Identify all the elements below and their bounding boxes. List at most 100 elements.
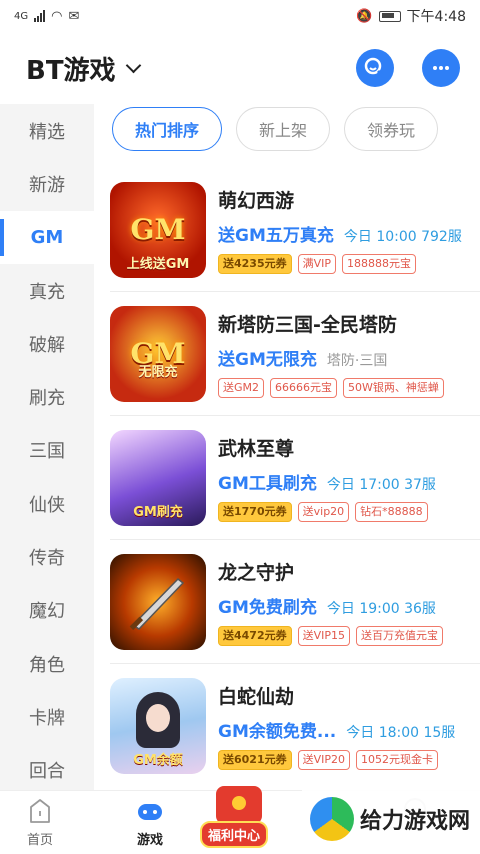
watermark-logo-icon [310, 797, 354, 841]
game-icon [110, 553, 206, 650]
category-switcher[interactable]: BT游戏 [26, 50, 141, 87]
coupon-badge: 送6021元券 [218, 750, 292, 770]
game-tagline: 送GM五万真充 [218, 225, 334, 246]
game-sub: GM免费刷充 今日 19:00 36服 [218, 593, 472, 618]
badges: 送4235元券 满VIP 188888元宝 [218, 253, 472, 274]
mail-icon: ✉ [68, 8, 80, 24]
sword-icon [129, 577, 185, 630]
game-info: 白蛇仙劫 GM余额免费... 今日 18:00 15服 送6021元券 送VIP… [218, 682, 480, 770]
sidebar-item-gm[interactable]: GM [0, 210, 94, 264]
nav-home[interactable]: 首页 [0, 791, 80, 854]
sidebar-item-xinyou[interactable]: 新游 [0, 157, 94, 210]
game-server-time: 今日 17:00 37服 [326, 476, 436, 493]
sidebar-item-shuachong[interactable]: 刷充 [0, 370, 94, 423]
perk-badge: 送VIP20 [297, 750, 351, 770]
nav-welfare[interactable]: 福利中心 [196, 786, 286, 850]
sidebar-item-jingxuan[interactable]: 精选 [0, 104, 94, 157]
perk-badge: 满VIP [297, 253, 337, 274]
game-icon-ribbon: GM刷充 [133, 504, 183, 520]
game-info: 新塔防三国-全民塔防 送GM无限充 塔防·三国 送GM2 66666元宝 50W… [218, 310, 480, 398]
battery-icon [378, 10, 401, 22]
game-icon: GM 上线送GM [110, 181, 206, 278]
tab-hot[interactable]: 热门排序 [112, 107, 223, 151]
sidebar-item-chuanqi[interactable]: 传奇 [0, 530, 94, 583]
category-sidebar: 精选 新游 GM 真充 破解 刷充 三国 仙侠 传奇 魔幻 角色 卡牌 回合 [0, 104, 94, 790]
perk-badge: 钻石*88888 [355, 501, 428, 522]
game-name: 萌幻西游 [218, 189, 295, 212]
sidebar-item-huihe[interactable]: 回合 [0, 744, 94, 790]
game-server-time: 今日 10:00 792服 [343, 228, 462, 245]
signal-icon [34, 10, 46, 22]
perk-badge: 50W银两、神惩蝉 [343, 377, 444, 398]
game-icon-ribbon: 无限充 [138, 364, 178, 380]
sidebar-item-xianxia[interactable]: 仙侠 [0, 477, 94, 530]
header-actions [356, 49, 460, 87]
network-label: 4G [14, 10, 29, 22]
game-tagline: GM余额免费... [218, 722, 337, 742]
game-icon-text: GM [130, 213, 186, 246]
badges: 送4472元券 送VIP15 送百万充值元宝 [218, 625, 472, 646]
list-item[interactable]: GM刷充 武林至尊 GM工具刷充 今日 17:00 37服 送1770元券 送v… [110, 416, 480, 540]
site-watermark: 给力游戏网 [302, 784, 480, 854]
chevron-down-icon [125, 57, 141, 73]
game-info: 萌幻西游 送GM五万真充 今日 10:00 792服 送4235元券 满VIP … [218, 186, 480, 274]
game-tagline: GM工具刷充 [218, 473, 317, 494]
game-genre: 塔防·三国 [326, 352, 388, 369]
chat-icon [433, 66, 449, 70]
game-icon-ribbon: GM余额 [133, 753, 183, 768]
game-sub: GM工具刷充 今日 17:00 37服 [218, 469, 472, 494]
status-right: 🔕 下午4:48 [356, 6, 466, 26]
game-name: 龙之守护 [218, 561, 295, 584]
tab-coupon[interactable]: 领券玩 [344, 107, 439, 151]
game-tagline: GM免费刷充 [218, 597, 317, 618]
perk-badge: 送百万充值元宝 [356, 625, 444, 646]
badges: 送6021元券 送VIP20 1052元现金卡 [218, 750, 472, 770]
game-name: 白蛇仙劫 [218, 686, 295, 708]
search-button[interactable] [356, 49, 394, 87]
game-server-time: 今日 18:00 15服 [346, 725, 456, 741]
badges: 送1770元券 送vip20 钻石*88888 [218, 501, 472, 522]
coupon-badge: 送4235元券 [218, 253, 292, 274]
badges: 送GM2 66666元宝 50W银两、神惩蝉 [218, 377, 472, 398]
gamepad-icon [138, 804, 162, 820]
tab-new[interactable]: 新上架 [236, 107, 331, 151]
perk-badge: 188888元宝 [342, 253, 417, 274]
character-face [146, 704, 170, 732]
mute-icon: 🔕 [356, 8, 373, 24]
perk-badge: 送VIP15 [297, 625, 351, 646]
status-bar: 4G ◠ ✉ 🔕 下午4:48 [0, 0, 480, 32]
sort-tabs: 热门排序 新上架 领券玩 [94, 104, 480, 154]
nav-welfare-label: 福利中心 [200, 821, 269, 848]
coupon-badge: 送1770元券 [218, 501, 292, 522]
sidebar-item-pojie[interactable]: 破解 [0, 317, 94, 370]
search-icon [364, 57, 386, 79]
sidebar-item-mohuan[interactable]: 魔幻 [0, 584, 94, 637]
perk-badge: 1052元现金卡 [356, 750, 439, 770]
nav-games[interactable]: 游戏 [110, 791, 190, 854]
sidebar-item-zhenchong[interactable]: 真充 [0, 264, 94, 317]
clock: 下午4:48 [406, 9, 466, 25]
nav-home-label: 首页 [26, 833, 53, 848]
list-item[interactable]: GM 上线送GM 萌幻西游 送GM五万真充 今日 10:00 792服 送423… [110, 168, 480, 292]
status-left: 4G ◠ ✉ [14, 9, 79, 24]
game-sub: GM余额免费... 今日 18:00 15服 [218, 717, 472, 742]
game-content: 热门排序 新上架 领券玩 GM 上线送GM 萌幻西游 送GM五万真充 今日 10… [94, 104, 480, 790]
game-icon: GM刷充 [110, 429, 206, 526]
list-item[interactable]: GM 无限充 新塔防三国-全民塔防 送GM无限充 塔防·三国 送GM2 6666… [110, 292, 480, 416]
sidebar-item-juese[interactable]: 角色 [0, 637, 94, 690]
perk-badge: 送GM2 [218, 377, 265, 398]
sidebar-item-sanguo[interactable]: 三国 [0, 424, 94, 477]
message-button[interactable] [422, 49, 460, 87]
home-icon [30, 799, 50, 823]
list-item[interactable]: GM余额 白蛇仙劫 GM余额免费... 今日 18:00 15服 送6021元券… [110, 664, 480, 788]
game-info: 龙之守护 GM免费刷充 今日 19:00 36服 送4472元券 送VIP15 … [218, 558, 480, 646]
game-list: GM 上线送GM 萌幻西游 送GM五万真充 今日 10:00 792服 送423… [94, 168, 480, 788]
game-icon-ribbon: 上线送GM [126, 256, 190, 272]
game-sub: 送GM无限充 塔防·三国 [218, 345, 472, 370]
header: BT游戏 [0, 32, 480, 104]
sidebar-item-kapai[interactable]: 卡牌 [0, 690, 94, 743]
game-tagline: 送GM无限充 [218, 349, 317, 370]
watermark-text: 给力游戏网 [360, 809, 471, 834]
wifi-icon: ◠ [51, 8, 63, 24]
list-item[interactable]: 龙之守护 GM免费刷充 今日 19:00 36服 送4472元券 送VIP15 … [110, 540, 480, 664]
